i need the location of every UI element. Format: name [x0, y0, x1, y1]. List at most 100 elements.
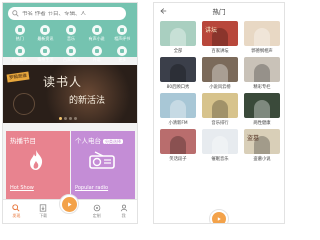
tab-label: 我: [121, 213, 126, 218]
program-thumbnail: [160, 57, 196, 82]
category-more[interactable]: 更多: [109, 46, 135, 63]
category-news[interactable]: 最新资讯: [33, 25, 59, 42]
language-icon: [91, 46, 102, 56]
search-input[interactable]: [22, 10, 122, 17]
program-thumbnail: 讲坛: [202, 21, 238, 46]
program-item[interactable]: 盗墓盗墓小说: [244, 129, 280, 162]
category-header: 热门 最新资讯 音乐 有声小说 相声评书 综艺娱乐 情感生活 百家讲坛 外语 更…: [3, 3, 137, 62]
play-button[interactable]: [209, 209, 229, 223]
program-item[interactable]: 两性健康: [244, 93, 280, 126]
carousel-dots: [59, 117, 77, 120]
page-title: 热门: [212, 7, 226, 16]
program-label: 精彩专栏: [253, 85, 271, 90]
news-icon: [40, 25, 51, 35]
search-bar[interactable]: [8, 7, 126, 20]
program-thumbnail: [244, 93, 280, 118]
category-music[interactable]: 音乐: [58, 25, 84, 42]
category-label: 外语: [92, 57, 101, 62]
program-thumbnail: [244, 21, 280, 46]
category-language[interactable]: 外语: [84, 46, 110, 63]
program-label: 百家讲坛: [211, 49, 229, 54]
tab-download[interactable]: 下载: [30, 200, 57, 223]
decor-circle: [13, 93, 35, 115]
tab-me[interactable]: 我: [110, 200, 137, 223]
category-label: 情感生活: [37, 57, 54, 62]
program-grid: 全部 讲坛 百家讲坛 郭德纲相声 80后顾口秀 小说风云榜 精彩专栏 小清新FM 音乐排行 两性健…: [160, 21, 280, 162]
play-icon: [67, 201, 72, 207]
program-thumbnail: [160, 129, 196, 154]
program-label: 笑话段子: [169, 157, 187, 162]
program-item[interactable]: 催眠音乐: [202, 129, 238, 162]
program-item[interactable]: 讲坛百家讲坛: [202, 21, 238, 54]
flame-icon: [30, 150, 43, 170]
program-label: 小清新FM: [168, 121, 188, 126]
program-thumbnail: [160, 21, 196, 46]
program-label: 盗墓小说: [253, 157, 271, 162]
category-crosstalk[interactable]: 相声评书: [109, 25, 135, 42]
tile-title: 热播节目: [10, 137, 36, 145]
program-thumbnail: [202, 57, 238, 82]
thumbnail-text: 讲坛: [205, 27, 218, 34]
storyteller-icon: [117, 25, 128, 35]
category-label: 相声评书: [114, 36, 131, 41]
program-label: 两性健康: [253, 121, 271, 126]
book-icon: [91, 25, 102, 35]
program-item[interactable]: 笑话段子: [160, 129, 196, 162]
program-thumbnail: 盗墓: [244, 129, 280, 154]
banner-title: 读书人: [43, 75, 83, 89]
discover-screen: 热门 最新资讯 音乐 有声小说 相声评书 综艺娱乐 情感生活 百家讲坛 外语 更…: [2, 2, 138, 224]
more-icon: [117, 46, 128, 56]
tile-caption: Hot Show: [10, 185, 34, 191]
tab-discover[interactable]: 发现: [3, 200, 30, 223]
radio-icon: [89, 151, 115, 169]
program-item[interactable]: 小清新FM: [160, 93, 196, 126]
category-label: 有声小说: [88, 36, 105, 41]
program-item[interactable]: 音乐排行: [202, 93, 238, 126]
promo-banner[interactable]: 罗辑思维 读书人 的新活法: [3, 65, 137, 123]
discover-icon: [12, 204, 20, 212]
personal-radio-tile[interactable]: 个人电台 分类选择 Popular radio: [71, 131, 135, 199]
category-label: 百家讲坛: [62, 57, 79, 62]
tab-label: 下载: [39, 213, 48, 218]
category-label: 更多: [118, 57, 127, 62]
tab-custom[interactable]: 定制: [83, 200, 110, 223]
category-lecture[interactable]: 百家讲坛: [58, 46, 84, 63]
program-thumbnail: [202, 129, 238, 154]
program-label: 音乐排行: [211, 121, 229, 126]
program-item[interactable]: 郭德纲相声: [244, 21, 280, 54]
category-label: 综艺娱乐: [11, 57, 28, 62]
heart-icon: [40, 46, 51, 56]
thumbnail-text: 盗墓: [247, 135, 260, 142]
category-select-badge[interactable]: 分类选择: [103, 139, 123, 144]
download-icon: [39, 204, 47, 212]
category-label: 最新资讯: [37, 36, 54, 41]
music-icon: [65, 25, 76, 35]
tile-caption: Popular radio: [75, 185, 109, 191]
category-label: 音乐: [66, 36, 75, 41]
radio-custom-icon: [93, 204, 101, 212]
category-variety[interactable]: 综艺娱乐: [7, 46, 33, 63]
banner-tag: 罗辑思维: [6, 71, 30, 83]
program-item[interactable]: 精彩专栏: [244, 57, 280, 90]
tile-title: 个人电台: [75, 137, 101, 145]
play-button[interactable]: [59, 194, 79, 214]
program-thumbnail: [160, 93, 196, 118]
bottom-tabbar: 发现 下载 定制 我: [3, 194, 137, 223]
hot-category-screen: 热门 全部 讲坛 百家讲坛 郭德纲相声 80后顾口秀 小说风云榜 精彩专栏 小清新FM 音乐排行…: [153, 2, 285, 224]
tab-label: 定制: [92, 213, 101, 218]
category-hot[interactable]: 热门: [7, 25, 33, 42]
category-audiobook[interactable]: 有声小说: [84, 25, 110, 42]
feature-tiles: 热播节目 Hot Show 个人电台 分类选择 Popular radio: [3, 131, 137, 201]
banner-subtitle: 的新活法: [69, 96, 106, 106]
category-label: 热门: [15, 36, 24, 41]
category-emotion[interactable]: 情感生活: [33, 46, 59, 63]
program-label: 郭德纲相声: [251, 49, 273, 54]
program-item[interactable]: 80后顾口秀: [160, 57, 196, 90]
fire-icon: [14, 25, 25, 35]
tab-label: 发现: [12, 213, 21, 218]
user-icon: [120, 204, 127, 212]
program-item[interactable]: 小说风云榜: [202, 57, 238, 90]
category-grid: 热门 最新资讯 音乐 有声小说 相声评书 综艺娱乐 情感生活 百家讲坛 外语 更…: [7, 25, 135, 63]
program-item[interactable]: 全部: [160, 21, 196, 54]
hot-show-tile[interactable]: 热播节目 Hot Show: [6, 131, 70, 199]
